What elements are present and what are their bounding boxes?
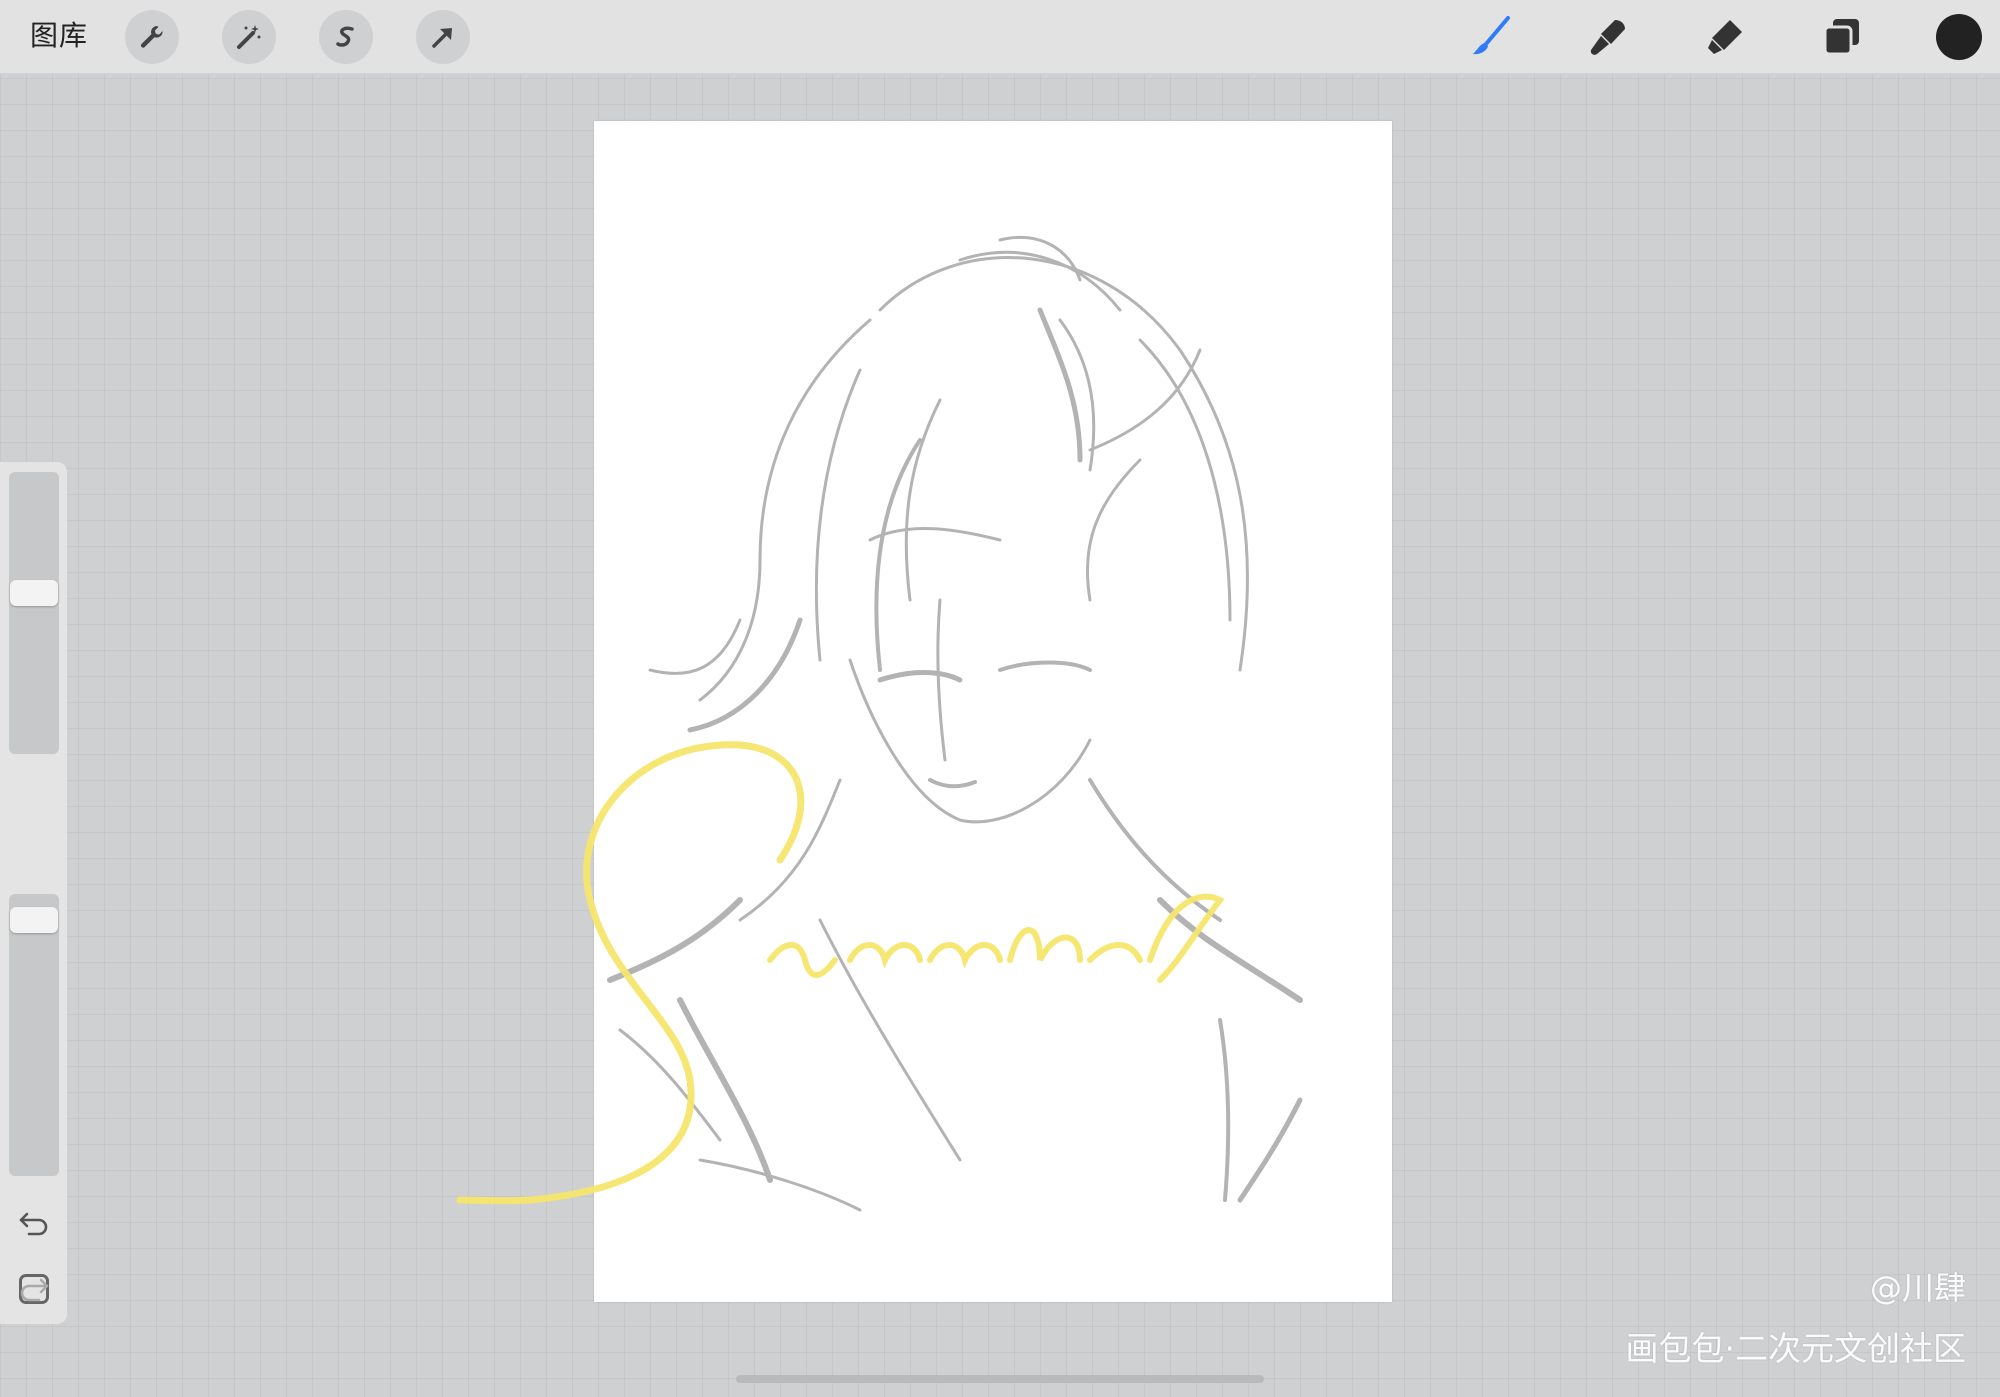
home-indicator[interactable] [736,1375,1264,1383]
sketch-artwork [456,235,1303,1212]
eraser-button[interactable] [1700,12,1750,62]
smudge-icon [1590,20,1625,55]
arrow-icon [432,28,452,48]
opacity-knob[interactable] [10,906,58,933]
magic-wand-icon [237,25,261,49]
color-swatch[interactable] [1936,14,1982,60]
redo-icon[interactable] [17,1274,51,1304]
adjustments-button[interactable] [222,10,276,64]
gallery-button[interactable]: 图库 [30,18,88,54]
selection-s-icon [336,26,354,47]
brush-size-knob[interactable] [10,579,58,606]
actions-button[interactable] [125,10,179,64]
layers-button[interactable] [1817,12,1867,62]
watermark-site: 画包包·二次元文创社区 [1625,1329,1967,1368]
opacity-slider[interactable] [9,894,59,1176]
top-toolbar: 图库 [0,0,2000,74]
left-sidebar [0,462,67,1324]
brush-size-slider[interactable] [9,472,59,754]
transform-button[interactable] [416,10,470,64]
brush-button[interactable] [1466,12,1516,62]
brush-icon [1473,16,1510,55]
undo-icon[interactable] [17,1208,51,1238]
smudge-button[interactable] [1583,12,1633,62]
selection-button[interactable] [319,10,373,64]
wrench-icon [140,26,163,48]
watermark-handle: @川肆 [1869,1269,1966,1307]
eraser-icon [1708,20,1742,54]
layers-icon [1823,19,1859,56]
